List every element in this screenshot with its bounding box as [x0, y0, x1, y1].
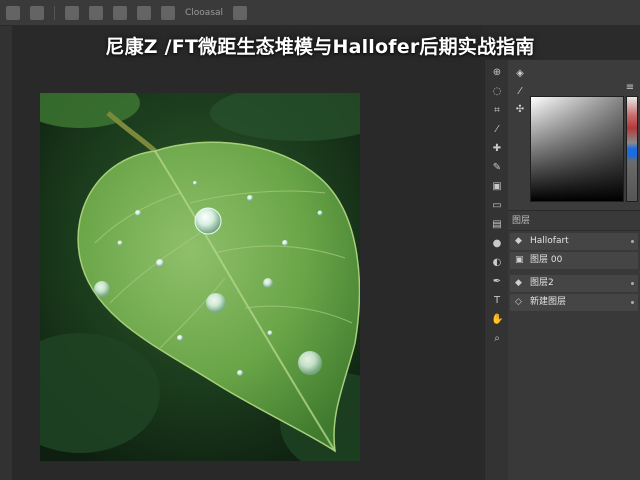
layer-item[interactable]: ◆ 图层2	[510, 275, 638, 292]
layer-icon: ▣	[515, 255, 524, 265]
layer-menu-icon[interactable]	[631, 282, 634, 285]
adjust-icon[interactable]: ✣	[514, 104, 526, 116]
layers-header: 图层	[508, 212, 640, 231]
menu-dim-label: Clooasal	[185, 7, 224, 18]
healing-icon[interactable]: ✚	[491, 143, 503, 155]
page-title: 尼康Z /FT微距生态堆模与Hallofer后期实战指南	[105, 36, 535, 58]
brush-icon[interactable]: ✎	[491, 162, 503, 174]
eye-icon[interactable]: ◆	[515, 275, 522, 292]
eye-icon[interactable]: ◆	[515, 233, 522, 250]
home-icon[interactable]	[6, 5, 20, 20]
menu-bar: Clooasal	[0, 0, 640, 26]
crop-icon[interactable]: ⌗	[491, 105, 503, 117]
leaf-photo	[40, 93, 360, 461]
layer-label: 图层 00	[530, 255, 563, 265]
right-panels: ◈ ⁄ ✣ ≡ 图层 ◆ Hallofart ▣ 图层 00 ◆ 图层2 ◇ 新…	[508, 60, 640, 480]
blur-icon[interactable]: ●	[491, 238, 503, 250]
layer-menu-icon[interactable]	[631, 301, 634, 304]
brush-icon[interactable]	[113, 5, 127, 20]
zoom-icon[interactable]: ⌕	[491, 333, 503, 345]
window-icon[interactable]	[161, 5, 175, 20]
menu-separator	[54, 5, 55, 20]
lasso-icon[interactable]: ◌	[491, 86, 503, 98]
layer-label: 新建图层	[530, 297, 567, 307]
left-tool-strip	[0, 26, 12, 480]
menu-dots-icon[interactable]: ≡	[624, 82, 636, 94]
layer-item[interactable]: ◆ Hallofart	[510, 233, 638, 250]
type-icon[interactable]: T	[491, 295, 503, 307]
pen-icon[interactable]: ✒	[491, 276, 503, 288]
tool-column: ⊕ ◌ ⌗ ⁄ ✚ ✎ ▣ ▭ ▤ ● ◐ ✒ T ✋ ⌕	[484, 60, 509, 480]
layer-item[interactable]: ▣ 图层 00	[510, 252, 638, 269]
photo-canvas[interactable]	[40, 93, 360, 461]
grid-icon[interactable]	[30, 5, 44, 20]
palette-icon[interactable]: ◈	[514, 68, 526, 80]
eyedropper-icon[interactable]: ⁄	[491, 124, 503, 136]
layers-icon[interactable]	[137, 5, 151, 20]
layer-menu-icon[interactable]	[631, 240, 634, 243]
eyedropper-icon[interactable]: ⁄	[514, 86, 526, 98]
dodge-icon[interactable]: ◐	[491, 257, 503, 269]
color-panel: ◈ ⁄ ✣ ≡	[508, 60, 640, 211]
layer-item[interactable]: ◇ 新建图层	[510, 294, 638, 311]
stamp-icon[interactable]: ▣	[491, 181, 503, 193]
layer-label: 图层2	[530, 278, 554, 288]
menu-icon[interactable]	[233, 5, 248, 20]
hue-slider[interactable]	[626, 96, 638, 202]
hand-icon[interactable]: ✋	[491, 314, 503, 326]
tool-icon[interactable]	[65, 5, 79, 20]
folder-icon[interactable]	[89, 5, 103, 20]
diamond-icon: ◇	[515, 297, 522, 307]
move-icon[interactable]: ⊕	[491, 67, 503, 79]
layers-panel: 图层 ◆ Hallofart ▣ 图层 00 ◆ 图层2 ◇ 新建图层	[508, 212, 640, 480]
eraser-icon[interactable]: ▭	[491, 200, 503, 212]
layer-label: Hallofart	[530, 236, 569, 246]
color-field[interactable]	[530, 96, 624, 202]
gradient-icon[interactable]: ▤	[491, 219, 503, 231]
